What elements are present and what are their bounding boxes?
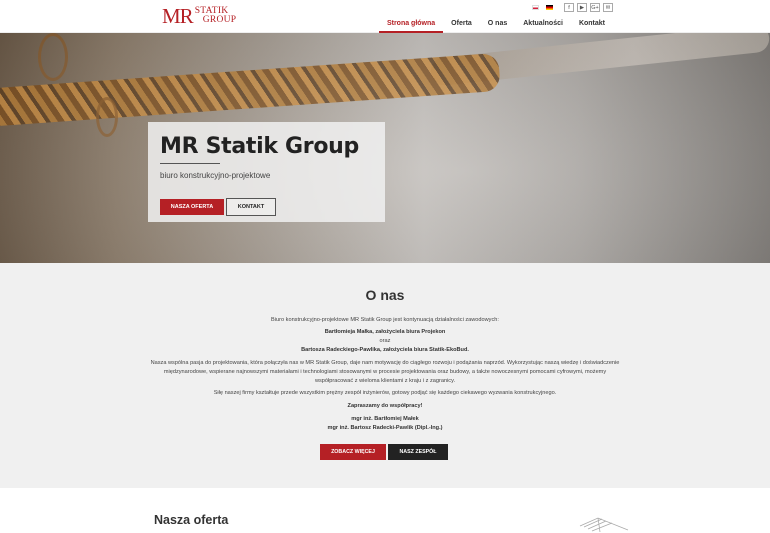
hero-title: MR Statik Group [160,134,359,159]
nav-item-about[interactable]: O nas [480,16,515,33]
flag-poland-icon[interactable] [532,5,539,10]
founder-1: Bartłomieja Małka, założyciela biura Pro… [324,329,446,335]
about-intro: Biuro konstrukcyjno-projektowe MR Statik… [271,317,499,323]
person-1: mgr inż. Bartłomiej Małek [351,416,419,422]
founder-2-wrap: Bartosza Radeckiego-Pawlika, założyciela… [150,346,620,355]
nav-item-news[interactable]: Aktualności [515,16,571,33]
logo[interactable]: MR STATIK GROUP [162,5,236,27]
nav-item-contact[interactable]: Kontakt [571,16,613,33]
offer-title: Nasza oferta [154,513,229,527]
founder-1-wrap: Bartłomieja Małka, założyciela biura Pro… [150,328,620,337]
youtube-icon[interactable]: ▶ [577,3,587,12]
hero-caption-box: MR Statik Group biuro konstrukcyjno-proj… [148,122,385,222]
our-offer-button[interactable]: NASZA OFERTA [160,199,224,215]
main-nav: Strona główna Oferta O nas Aktualności K… [378,16,613,33]
person-2: mgr inż. Bartosz Radecki-Pawlik (Dipl.-I… [327,425,443,431]
about-and: oraz [379,338,391,344]
flag-germany-icon[interactable] [546,5,553,10]
hero-overlay [0,33,770,263]
see-more-button[interactable]: ZOBACZ WIĘCEJ [320,444,386,460]
our-team-button[interactable]: NASZ ZESPÓŁ [388,444,448,460]
google-plus-icon[interactable]: G+ [590,3,600,12]
about-title: O nas [365,287,405,303]
site-header: MR STATIK GROUP f ▶ G+ ✉ Strona główna O… [0,0,770,33]
invite-wrap: Zapraszamy do współpracy! [150,402,620,411]
logo-wordmark: STATIK GROUP [195,6,237,25]
offer-section: Nasza oferta [0,488,770,533]
founder-2: Bartosza Radeckiego-Pawlika, założyciela… [301,347,469,353]
person-1-wrap: mgr inż. Bartłomiej Małek [150,415,620,424]
about-section: O nas Biuro konstrukcyjno-projektowe MR … [0,263,770,488]
about-paragraph-2: Siłę naszej firmy kształtuje przede wszy… [213,390,557,396]
nav-item-offer[interactable]: Oferta [443,16,480,33]
nav-item-home[interactable]: Strona główna [378,16,444,33]
offer-sketch-illustration [579,517,629,533]
about-invite: Zapraszamy do współpracy! [347,403,423,409]
person-2-wrap: mgr inż. Bartosz Radecki-Pawlik (Dipl.-I… [150,424,620,433]
logo-mr: MR [162,4,194,28]
hero-divider [160,163,220,164]
email-icon[interactable]: ✉ [603,3,613,12]
hero-banner: MR Statik Group biuro konstrukcyjno-proj… [0,33,770,263]
logo-line2: GROUP [202,15,237,25]
utility-bar: f ▶ G+ ✉ [532,3,613,12]
contact-button[interactable]: KONTAKT [226,198,276,216]
hero-subtitle: biuro konstrukcyjno-projektowe [160,171,271,180]
facebook-icon[interactable]: f [564,3,574,12]
about-paragraph-1: Nasza wspólna pasja do projektowania, kt… [150,360,620,384]
